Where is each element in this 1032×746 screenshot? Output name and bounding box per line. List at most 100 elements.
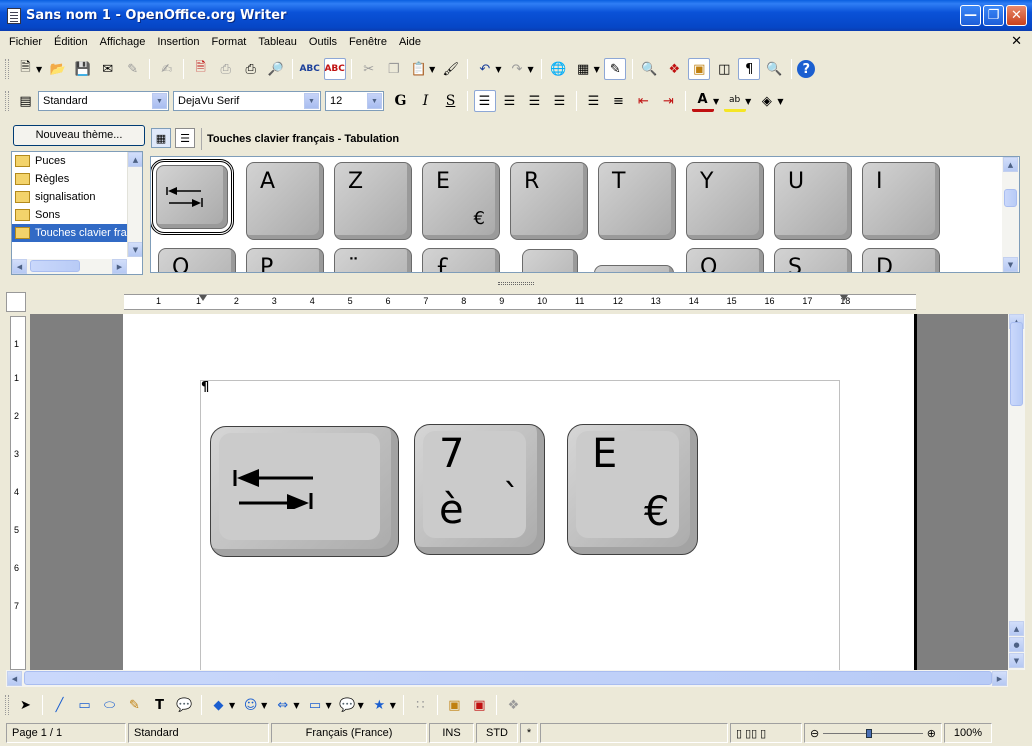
save-icon[interactable]: 💾	[72, 58, 94, 80]
menu-affichage[interactable]: Affichage	[94, 36, 152, 48]
menu-aide[interactable]: Aide	[393, 36, 427, 48]
selection-mode-indicator[interactable]: STD	[476, 723, 518, 743]
align-center-icon[interactable]: ☰	[499, 90, 521, 112]
panel-splitter[interactable]	[0, 280, 1032, 288]
insert-image-icon[interactable]: ▣	[468, 694, 490, 716]
fontwork-gallery-icon[interactable]: ▣	[443, 694, 465, 716]
gallery-icon[interactable]: ▣	[688, 58, 711, 80]
toolbar-grip[interactable]	[5, 91, 9, 111]
minimize-button[interactable]: —	[960, 5, 981, 26]
chevron-down-icon[interactable]: ▼	[152, 93, 167, 109]
zoom-percent[interactable]: 100%	[944, 723, 992, 743]
scroll-left-icon[interactable]: ◀	[7, 671, 22, 686]
theme-list-hscrollbar[interactable]: ◀ ▶	[12, 259, 127, 274]
copy-icon[interactable]: ❐	[383, 58, 405, 80]
cut-icon[interactable]: ✂	[358, 58, 380, 80]
undo-icon[interactable]: ↶	[474, 58, 496, 80]
print-direct-icon[interactable]: ⎙	[215, 58, 237, 80]
extrusion-icon[interactable]: ❖	[502, 694, 524, 716]
help-icon[interactable]: ?	[797, 60, 816, 78]
ellipse-icon[interactable]: ⬭	[99, 694, 121, 716]
close-document-icon[interactable]: ✕	[1011, 34, 1022, 49]
zoom-in-icon[interactable]: ⊕	[927, 727, 936, 740]
symbol-shapes-icon[interactable]: ☺	[240, 694, 262, 716]
font-size-select[interactable]: 12 ▼	[325, 91, 384, 111]
find-replace-icon[interactable]: 🔍	[638, 58, 660, 80]
scroll-left-icon[interactable]: ◀	[12, 259, 27, 274]
freeform-icon[interactable]: ✎	[124, 694, 146, 716]
gallery-item[interactable]	[151, 159, 234, 235]
gallery-item[interactable]: E €	[422, 162, 500, 240]
gallery-item[interactable]: Q	[686, 248, 764, 272]
spellcheck-icon[interactable]: ABC	[299, 58, 321, 80]
next-page-icon[interactable]: ▼	[1009, 653, 1024, 668]
gallery-item[interactable]: D	[862, 248, 940, 272]
autospellcheck-icon[interactable]: ABC	[323, 58, 346, 80]
gallery-item[interactable]: U	[774, 162, 852, 240]
chevron-down-icon[interactable]: ▼	[367, 93, 382, 109]
gallery-item[interactable]: O	[158, 248, 236, 272]
data-sources-icon[interactable]: ◫	[713, 58, 735, 80]
gallery-item[interactable]: A	[246, 162, 324, 240]
navigator-icon[interactable]: ❖	[663, 58, 685, 80]
gallery-item[interactable]: £	[422, 248, 500, 272]
zoom-slider[interactable]: ⊖ ⊕	[804, 723, 942, 743]
zoom-out-icon[interactable]: ⊖	[810, 727, 819, 740]
list-item[interactable]: Touches clavier fra	[12, 224, 142, 242]
scroll-thumb[interactable]	[24, 671, 992, 685]
chevron-down-icon[interactable]: ▼	[304, 93, 319, 109]
previous-page-icon[interactable]: ▲	[1009, 621, 1024, 636]
book-view-icon[interactable]: ▯	[760, 727, 766, 740]
page-indicator[interactable]: Page 1 / 1	[6, 723, 126, 743]
toolbar-grip[interactable]	[5, 59, 9, 79]
maximize-button[interactable]: ❐	[983, 5, 1004, 26]
bullets-icon[interactable]: ≡	[608, 90, 630, 112]
right-indent-marker[interactable]	[840, 295, 848, 301]
detailed-view-button[interactable]: ☰	[175, 128, 195, 148]
gallery-item[interactable]: I	[862, 162, 940, 240]
navigation-icon[interactable]: ●	[1009, 637, 1024, 652]
rectangle-icon[interactable]: ▭	[74, 694, 96, 716]
gallery-item[interactable]: S	[774, 248, 852, 272]
flowchart-icon[interactable]: ▭	[304, 694, 326, 716]
basic-shapes-icon[interactable]: ◆	[208, 694, 230, 716]
bold-button[interactable]: G	[390, 90, 412, 112]
scroll-right-icon[interactable]: ▶	[992, 671, 1007, 686]
paste-icon[interactable]: 📋	[408, 58, 430, 80]
gallery-item[interactable]: P	[246, 248, 324, 272]
select-arrow-icon[interactable]: ➤	[15, 694, 37, 716]
menu-fenetre[interactable]: Fenêtre	[343, 36, 393, 48]
zoom-slider-thumb[interactable]	[866, 728, 873, 738]
font-name-select[interactable]: DejaVu Serif ▼	[173, 91, 321, 111]
scroll-down-icon[interactable]: ▼	[1003, 257, 1018, 272]
styles-formatting-icon[interactable]: ▤	[15, 90, 37, 112]
format-paintbrush-icon[interactable]: 🖌	[440, 58, 462, 80]
scroll-thumb[interactable]	[1010, 322, 1023, 406]
document-vscrollbar[interactable]: ▲ ▲ ● ▼	[1008, 314, 1025, 670]
horizontal-ruler[interactable]: 1 1 2 3 4 5 6 7 8 9 10 11 12 13 14 15 16 17 18	[124, 294, 916, 310]
edit-file-icon[interactable]: ✎	[122, 58, 144, 80]
document-hscrollbar[interactable]: ◀ ▶	[6, 670, 1008, 687]
scroll-up-icon[interactable]: ▲	[1003, 157, 1018, 172]
text-icon[interactable]: T	[149, 694, 171, 716]
menu-outils[interactable]: Outils	[303, 36, 343, 48]
callout-icon[interactable]: 💬	[174, 694, 196, 716]
list-item[interactable]: Règles	[12, 170, 142, 188]
highlight-icon[interactable]: ab	[723, 90, 746, 112]
new-document-icon[interactable]: 🗎	[15, 58, 37, 80]
zoom-icon[interactable]: 🔍	[763, 58, 785, 80]
gallery-item[interactable]: ¨	[334, 248, 412, 272]
vertical-ruler[interactable]: 1 1 2 3 4 5 6 7	[10, 316, 26, 670]
open-folder-icon[interactable]: 📂	[47, 58, 69, 80]
decrease-indent-icon[interactable]: ⇤	[633, 90, 655, 112]
print-icon[interactable]: ⎙	[240, 58, 262, 80]
font-color-icon[interactable]: A	[691, 90, 714, 112]
formatting-marks-icon[interactable]: ¶	[738, 58, 761, 80]
menu-tableau[interactable]: Tableau	[252, 36, 303, 48]
list-item[interactable]: Puces	[12, 152, 142, 170]
callouts-icon[interactable]: 💬	[336, 694, 358, 716]
menu-insertion[interactable]: Insertion	[151, 36, 205, 48]
document-page[interactable]: ¶ 7 è ` E €	[123, 314, 917, 670]
points-icon[interactable]: ∷	[409, 694, 431, 716]
justify-icon[interactable]: ☰	[549, 90, 571, 112]
